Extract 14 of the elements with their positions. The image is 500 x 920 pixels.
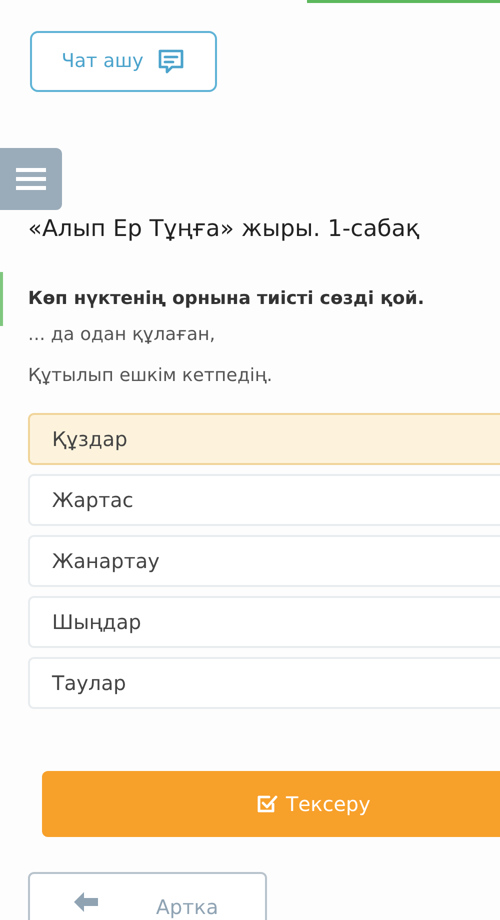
answer-option[interactable]: Жанартау bbox=[28, 534, 500, 586]
answer-option[interactable]: Құздар bbox=[28, 412, 500, 464]
poem-line: ... да одан құлаған, bbox=[28, 322, 216, 346]
question-prompt: Көп нүктенің орнына тиісті сөзді қой. bbox=[28, 286, 426, 310]
menu-icon bbox=[16, 166, 46, 192]
back-arrow-icon bbox=[74, 892, 98, 912]
poem-line: Құтылып ешкім кетпедің. bbox=[28, 364, 274, 388]
menu-button[interactable] bbox=[0, 148, 62, 210]
checkbox-icon bbox=[256, 792, 278, 814]
answer-option[interactable]: Шыңдар bbox=[28, 596, 500, 648]
chat-icon bbox=[156, 46, 186, 76]
answer-option[interactable]: Жартас bbox=[28, 474, 500, 526]
lesson-title: «Алып Ер Тұңға» жыры. 1-сабақ bbox=[28, 215, 420, 244]
answer-option[interactable]: Таулар bbox=[28, 656, 500, 708]
